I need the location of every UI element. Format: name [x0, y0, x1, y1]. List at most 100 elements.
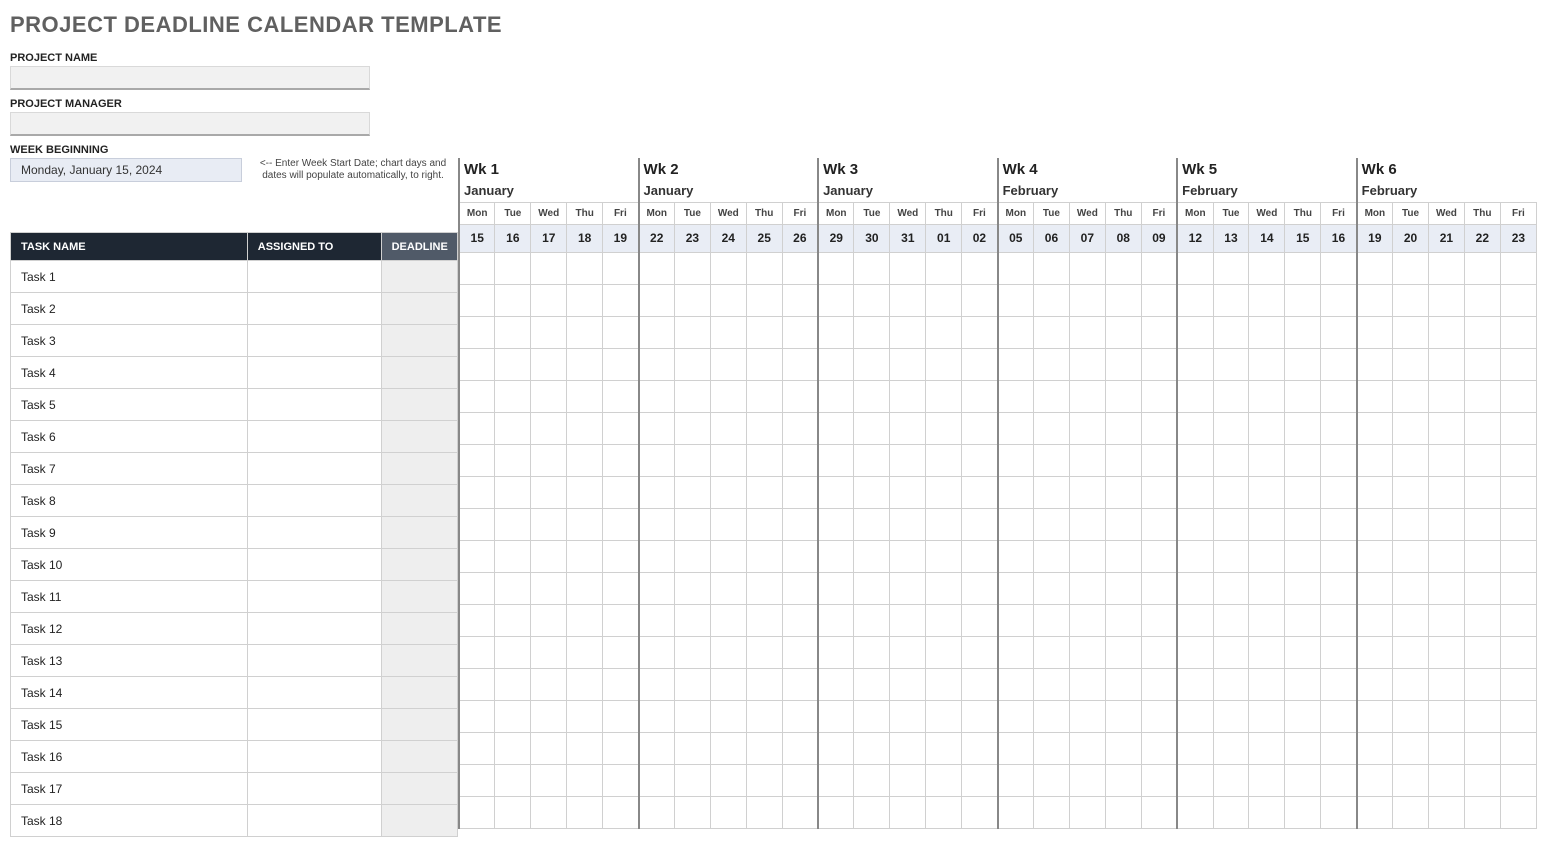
calendar-cell[interactable] [567, 252, 603, 284]
calendar-cell[interactable] [1393, 636, 1429, 668]
calendar-cell[interactable] [818, 348, 854, 380]
calendar-cell[interactable] [890, 572, 926, 604]
assigned-to-cell[interactable] [247, 805, 382, 837]
calendar-cell[interactable] [1428, 380, 1464, 412]
calendar-cell[interactable] [459, 348, 495, 380]
calendar-cell[interactable] [818, 636, 854, 668]
calendar-cell[interactable] [1428, 348, 1464, 380]
calendar-cell[interactable] [1177, 316, 1213, 348]
calendar-cell[interactable] [567, 444, 603, 476]
calendar-cell[interactable] [1177, 636, 1213, 668]
calendar-cell[interactable] [926, 572, 962, 604]
calendar-cell[interactable] [1069, 764, 1105, 796]
calendar-cell[interactable] [674, 412, 710, 444]
calendar-cell[interactable] [639, 252, 675, 284]
calendar-cell[interactable] [1321, 732, 1357, 764]
task-name-cell[interactable]: Task 13 [11, 645, 248, 677]
calendar-cell[interactable] [1105, 764, 1141, 796]
calendar-cell[interactable] [746, 700, 782, 732]
calendar-cell[interactable] [1464, 636, 1500, 668]
calendar-cell[interactable] [926, 700, 962, 732]
calendar-cell[interactable] [1249, 540, 1285, 572]
assigned-to-cell[interactable] [247, 421, 382, 453]
calendar-cell[interactable] [1034, 540, 1070, 572]
calendar-cell[interactable] [710, 732, 746, 764]
deadline-cell[interactable] [382, 261, 458, 293]
calendar-cell[interactable] [459, 636, 495, 668]
calendar-cell[interactable] [1357, 636, 1393, 668]
project-name-input[interactable] [10, 66, 370, 90]
calendar-cell[interactable] [603, 348, 639, 380]
deadline-cell[interactable] [382, 549, 458, 581]
calendar-cell[interactable] [1285, 604, 1321, 636]
calendar-cell[interactable] [710, 252, 746, 284]
calendar-cell[interactable] [531, 668, 567, 700]
calendar-cell[interactable] [818, 284, 854, 316]
deadline-cell[interactable] [382, 741, 458, 773]
calendar-cell[interactable] [1069, 348, 1105, 380]
calendar-cell[interactable] [639, 380, 675, 412]
calendar-cell[interactable] [1464, 732, 1500, 764]
calendar-cell[interactable] [1464, 796, 1500, 828]
calendar-cell[interactable] [1141, 444, 1177, 476]
calendar-cell[interactable] [1393, 412, 1429, 444]
calendar-cell[interactable] [854, 636, 890, 668]
calendar-cell[interactable] [746, 348, 782, 380]
calendar-cell[interactable] [1141, 572, 1177, 604]
calendar-cell[interactable] [710, 444, 746, 476]
calendar-cell[interactable] [1177, 700, 1213, 732]
calendar-cell[interactable] [854, 412, 890, 444]
calendar-cell[interactable] [1249, 412, 1285, 444]
calendar-cell[interactable] [1249, 444, 1285, 476]
calendar-cell[interactable] [1069, 540, 1105, 572]
calendar-cell[interactable] [674, 348, 710, 380]
assigned-to-cell[interactable] [247, 709, 382, 741]
assigned-to-cell[interactable] [247, 741, 382, 773]
calendar-cell[interactable] [1069, 700, 1105, 732]
calendar-cell[interactable] [1285, 796, 1321, 828]
calendar-cell[interactable] [1034, 348, 1070, 380]
calendar-cell[interactable] [1500, 604, 1536, 636]
calendar-cell[interactable] [459, 732, 495, 764]
calendar-cell[interactable] [1321, 316, 1357, 348]
calendar-cell[interactable] [746, 572, 782, 604]
assigned-to-cell[interactable] [247, 293, 382, 325]
calendar-cell[interactable] [531, 412, 567, 444]
calendar-cell[interactable] [459, 572, 495, 604]
calendar-cell[interactable] [1464, 700, 1500, 732]
calendar-cell[interactable] [1285, 508, 1321, 540]
calendar-cell[interactable] [1034, 604, 1070, 636]
calendar-cell[interactable] [746, 476, 782, 508]
calendar-cell[interactable] [782, 284, 818, 316]
calendar-cell[interactable] [1428, 668, 1464, 700]
calendar-cell[interactable] [1249, 732, 1285, 764]
calendar-cell[interactable] [782, 636, 818, 668]
deadline-cell[interactable] [382, 517, 458, 549]
calendar-cell[interactable] [1249, 316, 1285, 348]
calendar-cell[interactable] [639, 476, 675, 508]
calendar-cell[interactable] [1321, 572, 1357, 604]
calendar-cell[interactable] [854, 764, 890, 796]
calendar-cell[interactable] [495, 380, 531, 412]
calendar-cell[interactable] [1464, 380, 1500, 412]
calendar-cell[interactable] [782, 380, 818, 412]
calendar-cell[interactable] [674, 252, 710, 284]
calendar-cell[interactable] [890, 476, 926, 508]
calendar-cell[interactable] [1464, 412, 1500, 444]
calendar-cell[interactable] [746, 380, 782, 412]
deadline-cell[interactable] [382, 325, 458, 357]
task-name-cell[interactable]: Task 14 [11, 677, 248, 709]
calendar-cell[interactable] [1428, 604, 1464, 636]
deadline-cell[interactable] [382, 485, 458, 517]
calendar-cell[interactable] [1177, 604, 1213, 636]
calendar-cell[interactable] [1321, 796, 1357, 828]
calendar-cell[interactable] [1321, 476, 1357, 508]
calendar-cell[interactable] [459, 540, 495, 572]
calendar-cell[interactable] [459, 604, 495, 636]
calendar-cell[interactable] [1213, 636, 1249, 668]
calendar-cell[interactable] [459, 252, 495, 284]
assigned-to-cell[interactable] [247, 773, 382, 805]
assigned-to-cell[interactable] [247, 325, 382, 357]
calendar-cell[interactable] [674, 636, 710, 668]
calendar-cell[interactable] [1500, 348, 1536, 380]
